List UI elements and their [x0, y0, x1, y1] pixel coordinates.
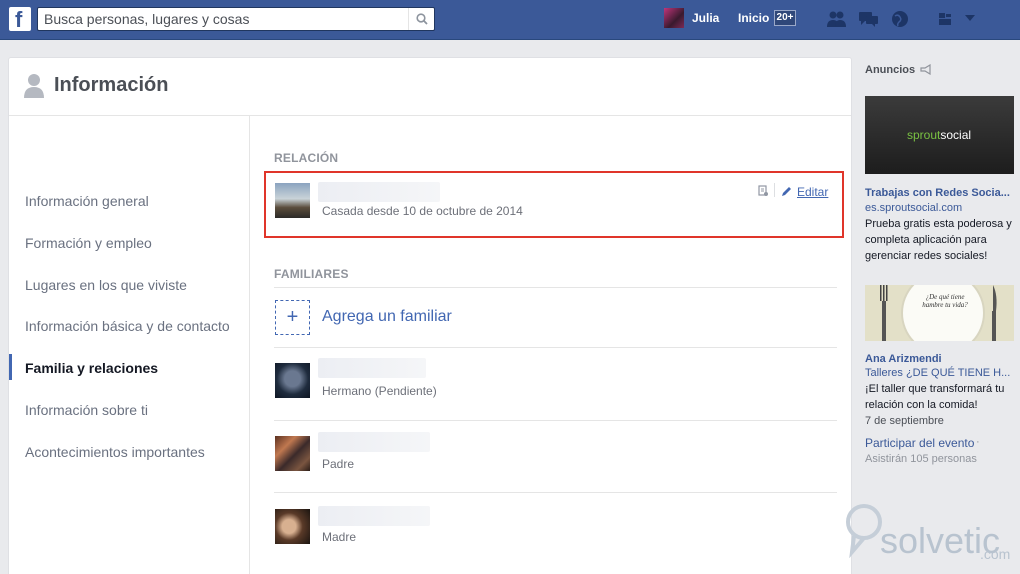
ad-url[interactable]: es.sproutsocial.com	[865, 202, 962, 214]
family-member-relation: Madre	[322, 530, 357, 544]
page-title: Información	[54, 74, 169, 96]
search-input[interactable]	[44, 10, 404, 28]
friend-requests-icon[interactable]	[826, 9, 848, 29]
watermark-suffix: .com	[980, 546, 1011, 562]
ad-image-brand: sproutsocial	[907, 128, 972, 142]
user-name: Julia	[692, 11, 720, 25]
relationship-section-title: RELACIÓN	[274, 151, 339, 165]
add-family-button[interactable]: +	[275, 300, 310, 335]
family-member-name-blurred[interactable]	[318, 358, 426, 378]
plate-illustration: ¿De qué tiene hambre tu vida?	[901, 285, 985, 341]
ad-headline[interactable]: Ana Arizmendi	[865, 353, 942, 365]
sidebar-item-life-events[interactable]: Acontecimientos importantes	[25, 444, 205, 460]
megaphone-icon	[920, 64, 931, 75]
divider	[274, 347, 837, 348]
divider	[774, 183, 775, 197]
ad-subtitle[interactable]: Talleres ¿DE QUÉ TIENE H...	[865, 367, 1010, 379]
home-badge: 20+	[774, 10, 796, 26]
sidebar-item-contact-basic-info[interactable]: Información básica y de contacto	[25, 318, 230, 334]
attendees-count: Asistirán 105 personas	[865, 453, 977, 465]
family-member-photo[interactable]	[275, 509, 310, 544]
ad-text-line: ¡El taller que transformará tu	[865, 383, 1005, 395]
sidebar-item-family-relationships[interactable]: Familia y relaciones	[25, 360, 158, 376]
partner-photo[interactable]	[275, 183, 310, 218]
person-icon	[24, 74, 44, 98]
card-header: Información	[9, 58, 851, 116]
family-member-name-blurred[interactable]	[318, 432, 430, 452]
sidebar-item-overview[interactable]: Información general	[25, 193, 149, 209]
fork-icon	[880, 285, 888, 341]
audience-icon[interactable]	[758, 185, 769, 197]
ad-text-line: completa aplicación para	[865, 234, 987, 246]
join-event-link[interactable]: Participar del evento	[865, 436, 974, 450]
active-item-marker	[9, 354, 12, 380]
top-navigation-bar: f Julia Inicio 20+	[0, 0, 1020, 40]
logo-letter: f	[15, 7, 23, 32]
family-member-photo[interactable]	[275, 436, 310, 471]
chevron-down-icon[interactable]	[964, 14, 976, 22]
about-card: Información Información general Formació…	[8, 57, 852, 574]
solvetic-watermark: solvetic .com	[840, 500, 1020, 574]
relationship-status: Casada desde 10 de octubre de 2014	[322, 204, 523, 218]
facebook-logo-icon[interactable]: f	[9, 7, 31, 32]
knife-icon	[992, 285, 997, 341]
privacy-shortcuts-icon[interactable]	[936, 9, 954, 27]
ads-title: Anuncios	[865, 64, 916, 76]
partner-name-blurred[interactable]	[318, 182, 440, 202]
family-member-photo[interactable]	[275, 363, 310, 398]
ad-image[interactable]: sproutsocial	[865, 96, 1014, 174]
add-family-label[interactable]: Agrega un familiar	[322, 308, 452, 326]
ad-text-line: gerenciar redes sociales!	[865, 250, 988, 262]
search-box[interactable]	[37, 7, 435, 31]
search-icon	[416, 13, 428, 25]
pencil-icon	[782, 187, 791, 196]
about-sidebar: Información general Formación y empleo L…	[9, 116, 250, 574]
plate-text: ¿De qué tiene hambre tu vida?	[922, 293, 968, 309]
family-member-relation: Padre	[322, 457, 355, 471]
sidebar-item-places-lived[interactable]: Lugares en los que viviste	[25, 277, 187, 293]
sidebar-item-details-about-you[interactable]: Información sobre ti	[25, 402, 148, 418]
notifications-globe-icon[interactable]	[890, 9, 910, 29]
divider	[274, 420, 837, 421]
divider	[274, 492, 837, 493]
ad-text-line: Prueba gratis esta poderosa y	[865, 218, 1012, 230]
family-member-relation: Hermano (Pendiente)	[322, 384, 437, 398]
watermark-logo-icon	[846, 504, 882, 558]
messages-icon[interactable]	[858, 9, 880, 29]
ad-date: 7 de septiembre	[865, 415, 944, 427]
ad-headline[interactable]: Trabajas con Redes Socia...	[865, 187, 1010, 199]
edit-relationship-link[interactable]: Editar	[797, 185, 828, 199]
home-link[interactable]: Inicio	[738, 11, 769, 25]
ad-image[interactable]: ¿De qué tiene hambre tu vida?	[865, 285, 1014, 341]
divider	[274, 287, 837, 288]
sidebar-item-education-work[interactable]: Formación y empleo	[25, 235, 152, 251]
separator-dot: ·	[976, 436, 980, 448]
family-member-name-blurred[interactable]	[318, 506, 430, 526]
ad-text-line: relación con la comida!	[865, 399, 978, 411]
family-section-title: FAMILIARES	[274, 267, 349, 281]
search-button[interactable]	[408, 8, 434, 30]
avatar	[664, 8, 684, 28]
